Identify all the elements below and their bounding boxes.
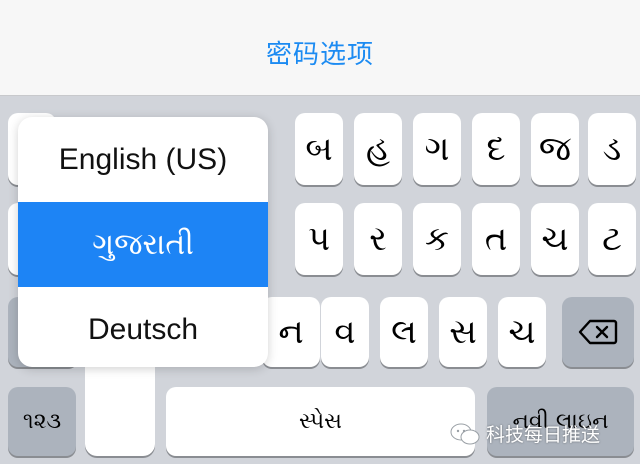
key-row3-0[interactable]: ન (262, 297, 320, 367)
key-row3-2[interactable]: લ (380, 297, 428, 367)
key-row1-1[interactable]: બ (295, 113, 343, 185)
key-row2-4[interactable]: ત (472, 203, 520, 275)
key-row3-1[interactable]: વ (321, 297, 369, 367)
watermark-text: 科技每日推送 (486, 424, 601, 446)
key-row3-4[interactable]: ચ (498, 297, 546, 367)
key-row3-3[interactable]: સ (439, 297, 487, 367)
language-option-deutsch[interactable]: Deutsch (18, 287, 268, 367)
key-row2-6[interactable]: ટ (588, 203, 636, 275)
key-row1-5[interactable]: જ (531, 113, 579, 185)
watermark: 科技每日推送 (450, 420, 600, 447)
numbers-key[interactable]: ૧૨૩ (8, 387, 76, 456)
key-row1-2[interactable]: હ (354, 113, 402, 185)
key-row2-2[interactable]: ર (354, 203, 402, 275)
language-option-gujarati[interactable]: ગુજરાતી (18, 202, 268, 287)
delete-backspace-icon (578, 319, 618, 345)
navigation-bar: 密码选项 (0, 0, 640, 96)
key-row1-6[interactable]: ડ (588, 113, 636, 185)
space-key[interactable]: સ્પેસ (166, 387, 475, 456)
delete-key[interactable] (562, 297, 634, 367)
key-row1-4[interactable]: દ (472, 113, 520, 185)
language-picker-popup: English (US) ગુજરાતી Deutsch (18, 117, 268, 367)
globe-key-pressed[interactable] (85, 360, 155, 456)
language-option-english[interactable]: English (US) (18, 117, 268, 202)
key-row2-1[interactable]: પ (295, 203, 343, 275)
wechat-icon (450, 423, 480, 444)
key-row1-3[interactable]: ગ (413, 113, 461, 185)
page-title: 密码选项 (265, 40, 374, 70)
key-row2-3[interactable]: ક (413, 203, 461, 275)
key-row2-5[interactable]: ચ (531, 203, 579, 275)
